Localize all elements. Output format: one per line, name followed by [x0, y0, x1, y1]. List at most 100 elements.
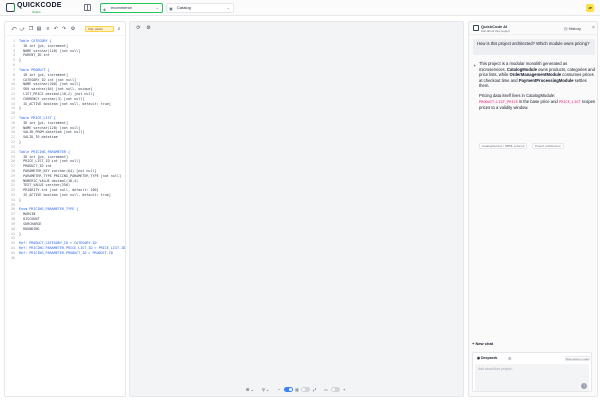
avatar[interactable]: JP [586, 4, 594, 12]
settings-icon[interactable]: ⚙ [508, 356, 512, 361]
chat-input[interactable]: Ask about this project... [475, 364, 589, 391]
redo-icon[interactable]: ⤻ [19, 26, 25, 32]
sparkle-icon: ✦ [473, 63, 477, 68]
new-chat-button[interactable]: + New chat [472, 341, 493, 346]
toggle-b[interactable] [301, 387, 310, 392]
code-line[interactable]: 14 IS_ACTIVE boolean [not null, default:… [5, 102, 125, 107]
code-text: PARAMETER_TYPE PRICING_PARAMETER_TYPE [n… [19, 173, 122, 178]
search-icon[interactable]: ⌕ [116, 26, 122, 32]
layout-menu-icon[interactable]: ⊞ ⌄ [246, 385, 254, 394]
module-selector[interactable]: ▣ Catalog ⌄ [166, 3, 234, 13]
code-text: } [19, 58, 22, 63]
source-chip[interactable]: Project architecture [532, 143, 564, 149]
canvas-controls: ⊞ ⌄ ⚲ ⌄ − ▦ ⤢ ▭ + [244, 385, 354, 394]
code-text: CURRENCY varchar(3) [not null] [19, 96, 85, 101]
model-label: Deepseek [481, 356, 498, 360]
module-selector-value: Catalog [177, 5, 191, 10]
chat-header: QuickCode AI Ask about this project ◷ Hi… [469, 22, 597, 35]
code-text: ID int [pk, increment] [19, 154, 68, 159]
code-text: NAME varchar(200) [not null] [19, 82, 81, 87]
user-message: How is this project architected? Which m… [473, 39, 595, 55]
editor-toolbar: ⤺ ⤻ ❐ ▤ ≡ ↶ ↷ ⚙ SQL (draft) ⌕ [5, 22, 125, 36]
sidebar-toggle-icon[interactable] [84, 4, 91, 11]
code-editor[interactable]: 1 Table CATEGORY {2 ID int [pk, increment… [5, 39, 125, 260]
code-text: SKU varchar(64) [not null, unique] [19, 87, 93, 92]
logo-text: QUICKCODE [17, 2, 62, 9]
settings-icon[interactable]: ⚙ [70, 26, 76, 32]
code-text: IS_ACTIVE boolean [not null, default: tr… [19, 101, 111, 106]
code-text: PARENT_ID int [19, 53, 50, 58]
code-text: MARGIN [19, 212, 36, 217]
send-icon[interactable]: ↑ [581, 383, 587, 389]
code-line[interactable]: 33 IS_ACTIVE boolean [not null, default:… [5, 193, 125, 198]
settings-icon[interactable]: ⚙ [145, 25, 152, 32]
logo-icon [6, 3, 15, 12]
code-text: Ref: PRODUCT.CATEGORY_ID > CATEGORY.ID [19, 241, 97, 246]
forward-icon[interactable]: ↷ [61, 26, 67, 32]
code-text: ID int [pk, increment] [19, 72, 68, 77]
model-selector[interactable]: ◉ Deepseek [477, 356, 497, 360]
top-bar: QUICKCODE Studio ◈ ecommerce ⌄ ▣ Catalog… [0, 0, 600, 16]
code-text: } [19, 140, 22, 145]
line-number: 46 [10, 255, 15, 260]
code-reference: PRODUCT.LIST_PRICE [479, 99, 518, 104]
ai-answer: This project is a modular monolith gener… [479, 61, 595, 115]
diagram-canvas[interactable]: ⟳ ⚙ ⊞ ⌄ ⚲ ⌄ − ▦ ⤢ ▭ + [129, 21, 464, 397]
code-line[interactable]: 45 Ref: PRICING_PARAMETER.PRODUCT_ID > PR… [5, 251, 125, 256]
code-text: Table PRICE_LIST { [19, 116, 56, 120]
copy-icon[interactable]: ❐ [28, 26, 34, 32]
code-text: NAME varchar(128) [not null] [19, 125, 81, 130]
back-icon[interactable]: ↶ [53, 26, 59, 32]
code-text: ID int [pk, increment] [19, 120, 68, 125]
map-icon[interactable]: ▭ [324, 385, 328, 394]
filter-menu-icon[interactable]: ⚲ ⌄ [262, 385, 269, 394]
zoom-out-icon[interactable]: − [278, 385, 280, 394]
code-text: ID int [pk, increment] [19, 43, 68, 48]
source-chips: CatalogService / DBML schema Project arc… [479, 143, 595, 150]
app-logo[interactable]: QUICKCODE Studio [6, 2, 76, 15]
code-text: } [19, 197, 22, 202]
code-text: PRODUCT_ID int [19, 164, 52, 169]
box-icon: ▣ [169, 6, 173, 11]
code-text: Table PRODUCT { [19, 67, 50, 72]
refresh-icon[interactable]: ⟳ [135, 25, 142, 32]
code-text: IS_ACTIVE boolean [not null, default: tr… [19, 193, 111, 197]
paste-icon[interactable]: ▤ [36, 26, 42, 32]
module-name: CatalogModule [506, 66, 537, 72]
code-text: CATEGORY_ID int [not null] [19, 77, 77, 82]
toggle-c[interactable] [331, 387, 340, 392]
code-text: Enum PRICING_PARAMETER_TYPE { [19, 207, 79, 212]
undo-icon[interactable]: ⤺ [11, 26, 17, 32]
code-text: NUMERIC_VALUE decimal(18,4) [19, 178, 79, 183]
toggle-a[interactable] [284, 387, 293, 392]
history-label: History [568, 26, 582, 31]
chat-subtitle: Ask about this project [481, 29, 510, 33]
answer-paragraph-2: Pricing data itself lives in CatalogModu… [479, 93, 595, 111]
code-text: Ref: PRICING_PARAMETER.PRICE_LIST_ID > P… [19, 245, 126, 250]
logo-subtitle: Studio [32, 10, 41, 14]
answer-paragraph-1: This project is a modular monolith gener… [479, 61, 595, 89]
project-selector-value: ecommerce [111, 5, 132, 10]
code-text: NAME varchar(128) [not null] [19, 48, 81, 53]
code-text: VALID_FROM datetime [not null] [19, 130, 85, 135]
code-text: SURCHARGE [19, 221, 42, 226]
dialect-badge[interactable]: SQL (draft) [85, 26, 114, 32]
code-text: PRICE_LIST_ID int [not null] [19, 159, 81, 164]
code-text: Table CATEGORY { [19, 39, 52, 43]
format-icon[interactable]: ≡ [45, 26, 51, 32]
zoom-in-icon[interactable]: + [343, 385, 345, 394]
ai-logo-icon [473, 25, 479, 31]
history-button[interactable]: ◷ History [564, 26, 581, 31]
code-text: Table PRICING_PARAMETER { [19, 149, 71, 154]
grid-icon[interactable]: ▦ [295, 385, 299, 394]
source-chip[interactable]: CatalogService / DBML schema [479, 143, 528, 149]
close-icon[interactable]: × [592, 25, 595, 31]
schema-editor-panel: ⤺ ⤻ ❐ ▤ ≡ ↶ ↷ ⚙ SQL (draft) ⌕ 1 Table CAT… [4, 21, 126, 397]
code-text: PARAMETER_KEY varchar(64) [not null] [19, 168, 97, 173]
code-reference: PRICE_LIST [558, 99, 581, 104]
project-selector[interactable]: ◈ ecommerce ⌄ [100, 3, 163, 13]
code-line[interactable]: 46 [5, 256, 125, 261]
code-text: LIST_PRICE decimal(18,2) [not null] [19, 91, 95, 96]
discussion-mode-toggle[interactable]: Discussion mode [565, 356, 590, 361]
expand-icon[interactable]: ⤢ [313, 385, 316, 394]
